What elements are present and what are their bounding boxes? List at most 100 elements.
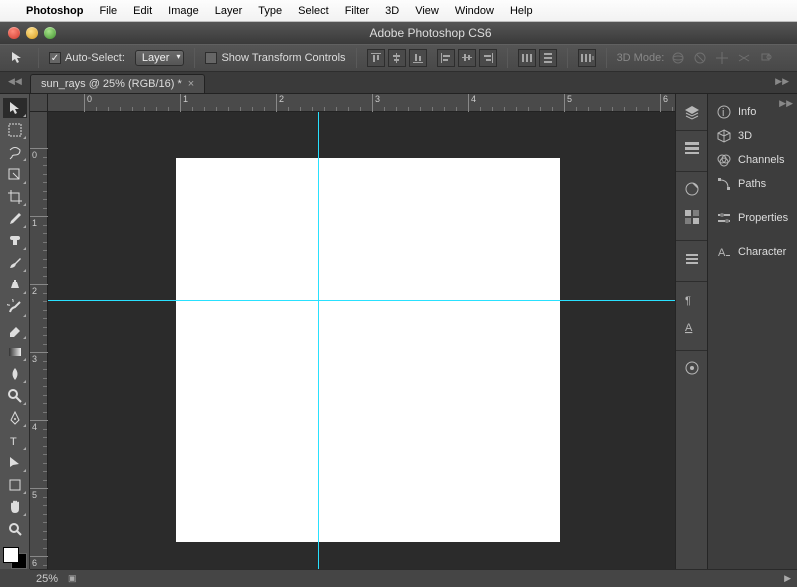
ruler-h-tick: 6 <box>660 94 668 112</box>
tools-panel: T <box>0 94 30 569</box>
crop-tool-icon[interactable] <box>3 187 27 207</box>
menu-edit[interactable]: Edit <box>133 5 152 17</box>
move-tool-icon[interactable] <box>3 98 27 118</box>
brush-tool-icon[interactable] <box>3 253 27 273</box>
status-popup-icon[interactable]: ▣ <box>68 573 77 584</box>
auto-select-checkbox[interactable]: Auto-Select: <box>49 52 125 64</box>
tab-scroll-left-icon[interactable]: ◀◀ <box>8 76 22 87</box>
window-zoom-button[interactable] <box>44 27 56 39</box>
align-to-options-icon[interactable] <box>578 49 596 67</box>
properties-icon <box>716 210 732 226</box>
panel-3d[interactable]: 3D <box>708 124 797 148</box>
path-selection-tool-icon[interactable] <box>3 453 27 473</box>
window-minimize-button[interactable] <box>26 27 38 39</box>
character-icon: A <box>716 244 732 260</box>
color-swatches[interactable] <box>3 547 27 569</box>
character-panel-icon[interactable]: A <box>681 316 703 338</box>
ruler-h-tick: 5 <box>564 94 572 112</box>
mode3d-zoom-icon[interactable] <box>758 50 774 66</box>
eyedropper-tool-icon[interactable] <box>3 209 27 229</box>
dodge-tool-icon[interactable] <box>3 386 27 406</box>
mode3d-pan-icon[interactable] <box>714 50 730 66</box>
clone-stamp-tool-icon[interactable] <box>3 275 27 295</box>
paths-icon <box>716 176 732 192</box>
panel-icon-dock: ¶ A <box>675 94 707 569</box>
pen-tool-icon[interactable] <box>3 408 27 428</box>
canvas-area[interactable]: 01234567 0123456 <box>30 94 675 569</box>
menu-select[interactable]: Select <box>298 5 329 17</box>
paragraph-panel-icon[interactable]: ¶ <box>681 288 703 310</box>
eraser-tool-icon[interactable] <box>3 320 27 340</box>
auto-select-label: Auto-Select: <box>65 52 125 64</box>
guide-vertical[interactable] <box>318 112 319 569</box>
distribute-v-icon[interactable] <box>539 49 557 67</box>
menu-window[interactable]: Window <box>455 5 494 17</box>
foreground-color-swatch[interactable] <box>3 547 19 563</box>
auto-select-target-select[interactable]: Layer <box>135 50 185 66</box>
zoom-level[interactable]: 25% <box>36 573 58 585</box>
panel-properties[interactable]: Properties <box>708 206 797 230</box>
window-close-button[interactable] <box>8 27 20 39</box>
menu-type[interactable]: Type <box>258 5 282 17</box>
type-tool-icon[interactable]: T <box>3 430 27 450</box>
align-vcenter-icon[interactable] <box>388 49 406 67</box>
history-panel-icon[interactable] <box>681 357 703 379</box>
show-transform-checkbox[interactable]: Show Transform Controls <box>205 52 345 64</box>
ruler-origin[interactable] <box>30 94 48 112</box>
shape-tool-icon[interactable] <box>3 475 27 495</box>
blur-tool-icon[interactable] <box>3 364 27 384</box>
status-menu-icon[interactable]: ▶ <box>784 573 791 584</box>
magic-wand-tool-icon[interactable] <box>3 164 27 184</box>
history-brush-tool-icon[interactable] <box>3 297 27 317</box>
panel-channels[interactable]: Channels <box>708 148 797 172</box>
align-top-icon[interactable] <box>367 49 385 67</box>
ruler-h-tick: 3 <box>372 94 380 112</box>
document-tab-close-icon[interactable]: × <box>188 78 194 90</box>
align-hcenter-icon[interactable] <box>458 49 476 67</box>
ruler-v-tick: 2 <box>30 284 48 296</box>
menu-file[interactable]: File <box>99 5 117 17</box>
ruler-horizontal[interactable]: 01234567 <box>48 94 675 112</box>
ruler-v-tick: 4 <box>30 420 48 432</box>
svg-text:T: T <box>10 436 17 448</box>
layers-panel-icon[interactable] <box>681 102 703 124</box>
swatches-panel-icon[interactable] <box>681 206 703 228</box>
adjustments-panel-icon[interactable] <box>681 137 703 159</box>
current-tool-icon[interactable] <box>8 48 28 68</box>
tab-scroll-right-icon[interactable]: ▶▶ <box>775 76 789 87</box>
align-bottom-icon[interactable] <box>409 49 427 67</box>
ruler-h-tick: 2 <box>276 94 284 112</box>
panel-paths[interactable]: Paths <box>708 172 797 196</box>
align-buttons <box>367 49 427 67</box>
menu-layer[interactable]: Layer <box>215 5 243 17</box>
svg-text:A: A <box>685 322 693 334</box>
mode3d-slide-icon[interactable] <box>736 50 752 66</box>
align-left-icon[interactable] <box>437 49 455 67</box>
guide-horizontal[interactable] <box>48 300 675 301</box>
document-tab[interactable]: sun_rays @ 25% (RGB/16) * × <box>30 74 205 93</box>
hand-tool-icon[interactable] <box>3 497 27 517</box>
mode3d-roll-icon[interactable] <box>692 50 708 66</box>
marquee-tool-icon[interactable] <box>3 120 27 140</box>
menu-help[interactable]: Help <box>510 5 533 17</box>
ruler-vertical[interactable]: 0123456 <box>30 112 48 569</box>
color-panel-icon[interactable] <box>681 178 703 200</box>
menu-image[interactable]: Image <box>168 5 199 17</box>
info-icon: i <box>716 104 732 120</box>
zoom-tool-icon[interactable] <box>3 519 27 539</box>
panel-collapse-icon[interactable]: ▶▶ <box>779 98 793 109</box>
ruler-v-tick: 0 <box>30 148 48 160</box>
app-menu[interactable]: Photoshop <box>26 5 83 17</box>
menu-3d[interactable]: 3D <box>385 5 399 17</box>
healing-brush-tool-icon[interactable] <box>3 231 27 251</box>
styles-panel-icon[interactable] <box>681 247 703 269</box>
mode3d-orbit-icon[interactable] <box>670 50 686 66</box>
lasso-tool-icon[interactable] <box>3 142 27 162</box>
distribute-h-icon[interactable] <box>518 49 536 67</box>
panel-character[interactable]: A Character <box>708 240 797 264</box>
menu-filter[interactable]: Filter <box>345 5 369 17</box>
artboard[interactable] <box>176 158 560 542</box>
gradient-tool-icon[interactable] <box>3 342 27 362</box>
align-right-icon[interactable] <box>479 49 497 67</box>
menu-view[interactable]: View <box>415 5 439 17</box>
